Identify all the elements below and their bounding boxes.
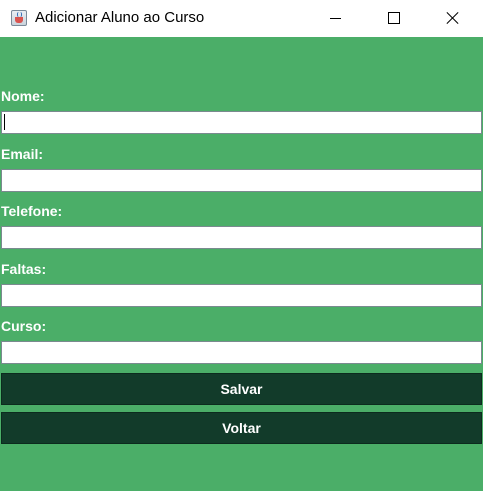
maximize-icon: [388, 12, 400, 24]
close-button[interactable]: [424, 0, 482, 37]
email-input[interactable]: [1, 169, 482, 192]
faltas-input[interactable]: [1, 284, 482, 307]
back-button[interactable]: Voltar: [1, 412, 482, 444]
nome-input[interactable]: [1, 111, 482, 134]
telefone-input[interactable]: [1, 226, 482, 249]
email-label: Email:: [1, 146, 44, 162]
maximize-button[interactable]: [365, 0, 423, 37]
nome-label: Nome:: [1, 88, 45, 104]
title-bar[interactable]: Adicionar Aluno ao Curso: [0, 0, 483, 37]
close-icon: [446, 11, 459, 24]
save-button[interactable]: Salvar: [1, 373, 482, 405]
form-panel: Nome: Email: Telefone: Faltas: Curso: Sa…: [0, 37, 483, 491]
minimize-button[interactable]: [307, 0, 365, 37]
window-title: Adicionar Aluno ao Curso: [35, 9, 205, 26]
faltas-label: Faltas:: [1, 261, 47, 277]
curso-label: Curso:: [1, 318, 47, 334]
nome-field-wrapper: [0, 111, 483, 134]
app-window: Adicionar Aluno ao Curso Nome: Email: Te…: [0, 0, 483, 491]
curso-input[interactable]: [1, 341, 482, 364]
text-caret: [4, 114, 5, 130]
telefone-label: Telefone:: [1, 203, 63, 219]
java-cup-icon: [11, 10, 27, 26]
minimize-icon: [330, 18, 341, 19]
